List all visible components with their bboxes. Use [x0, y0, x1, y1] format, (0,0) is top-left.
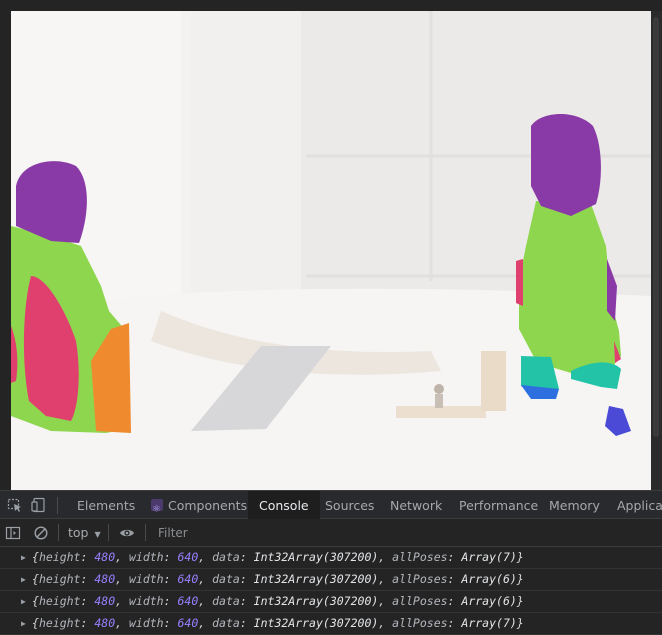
log-data-value: Int32Array(307200): [253, 550, 379, 564]
expand-arrow-icon[interactable]: ▶: [21, 547, 26, 568]
console-log-entry[interactable]: ▶ {height: 480, width: 640, data: Int32A…: [0, 547, 662, 569]
segmentation-scene: [11, 11, 651, 490]
tab-application[interactable]: Applicat: [607, 491, 662, 519]
clear-console-icon[interactable]: [33, 525, 49, 541]
tab-sources-label: Sources: [325, 498, 375, 513]
live-expression-eye-icon[interactable]: [119, 525, 135, 541]
console-filter-input[interactable]: [152, 523, 662, 543]
log-data-value: Int32Array(307200): [253, 616, 379, 630]
tab-application-label: Applicat: [617, 498, 662, 513]
log-height-value: 480: [94, 616, 116, 630]
context-selector[interactable]: top ▼: [68, 519, 101, 546]
toy-figure: [434, 384, 444, 394]
log-allposes-value: Array(6): [461, 594, 517, 608]
react-components-icon: [151, 495, 163, 524]
tab-performance-label: Performance: [459, 498, 539, 513]
console-toolbar: top ▼: [0, 519, 662, 547]
page-viewport: [0, 0, 662, 490]
toolbar-separator: [108, 524, 109, 541]
tab-network[interactable]: Network: [380, 491, 452, 519]
tab-memory-label: Memory: [549, 498, 600, 513]
devtools-tab-bar: Elements Components Console Sources Netw…: [0, 490, 662, 524]
console-log-entry[interactable]: ▶ {height: 480, width: 640, data: Int32A…: [0, 591, 662, 613]
log-height-value: 480: [94, 550, 116, 564]
tab-network-label: Network: [390, 498, 443, 513]
tab-console[interactable]: Console: [248, 491, 320, 519]
tab-components[interactable]: Components: [141, 491, 257, 524]
dropdown-arrow-icon: ▼: [94, 530, 101, 539]
tab-components-label: Components: [168, 498, 248, 513]
context-selector-value: top: [68, 525, 89, 540]
log-width-value: 640: [177, 594, 199, 608]
log-entry-text: {height: 480, width: 640, data: Int32Arr…: [32, 594, 524, 608]
devtools-panel: Elements Components Console Sources Netw…: [0, 490, 662, 635]
expand-arrow-icon[interactable]: ▶: [21, 569, 26, 590]
scrollbar-thumb[interactable]: [653, 17, 659, 437]
inspect-element-icon[interactable]: [7, 497, 23, 513]
log-height-value: 480: [94, 594, 116, 608]
vertical-scrollbar[interactable]: [651, 11, 662, 490]
toy-block: [481, 351, 506, 411]
tab-sources[interactable]: Sources: [315, 491, 384, 519]
log-entry-text: {height: 480, width: 640, data: Int32Arr…: [32, 550, 524, 564]
tab-elements[interactable]: Elements: [67, 491, 145, 519]
console-log-list: ▶ {height: 480, width: 640, data: Int32A…: [0, 547, 662, 635]
log-height-value: 480: [94, 572, 116, 586]
log-allposes-value: Array(7): [461, 550, 517, 564]
log-data-value: Int32Array(307200): [253, 594, 379, 608]
log-allposes-value: Array(6): [461, 572, 517, 586]
toy-figure-body: [435, 394, 443, 408]
tab-elements-label: Elements: [77, 498, 136, 513]
log-width-value: 640: [177, 550, 199, 564]
tab-console-label: Console: [259, 498, 309, 513]
toolbar-separator: [58, 524, 59, 541]
log-width-value: 640: [177, 616, 199, 630]
tab-separator: [57, 497, 58, 514]
log-width-value: 640: [177, 572, 199, 586]
log-entry-text: {height: 480, width: 640, data: Int32Arr…: [32, 572, 524, 586]
log-data-value: Int32Array(307200): [253, 572, 379, 586]
show-sidebar-icon[interactable]: [5, 525, 21, 541]
segmentation-canvas: [11, 11, 651, 490]
console-log-entry[interactable]: ▶ {height: 480, width: 640, data: Int32A…: [0, 569, 662, 591]
toolbar-separator: [145, 524, 146, 541]
tab-performance[interactable]: Performance: [449, 491, 548, 519]
console-log-entry[interactable]: ▶ {height: 480, width: 640, data: Int32A…: [0, 613, 662, 635]
device-toolbar-icon[interactable]: [31, 497, 47, 513]
expand-arrow-icon[interactable]: ▶: [21, 591, 26, 612]
log-allposes-value: Array(7): [461, 616, 517, 630]
tab-memory[interactable]: Memory: [539, 491, 610, 519]
